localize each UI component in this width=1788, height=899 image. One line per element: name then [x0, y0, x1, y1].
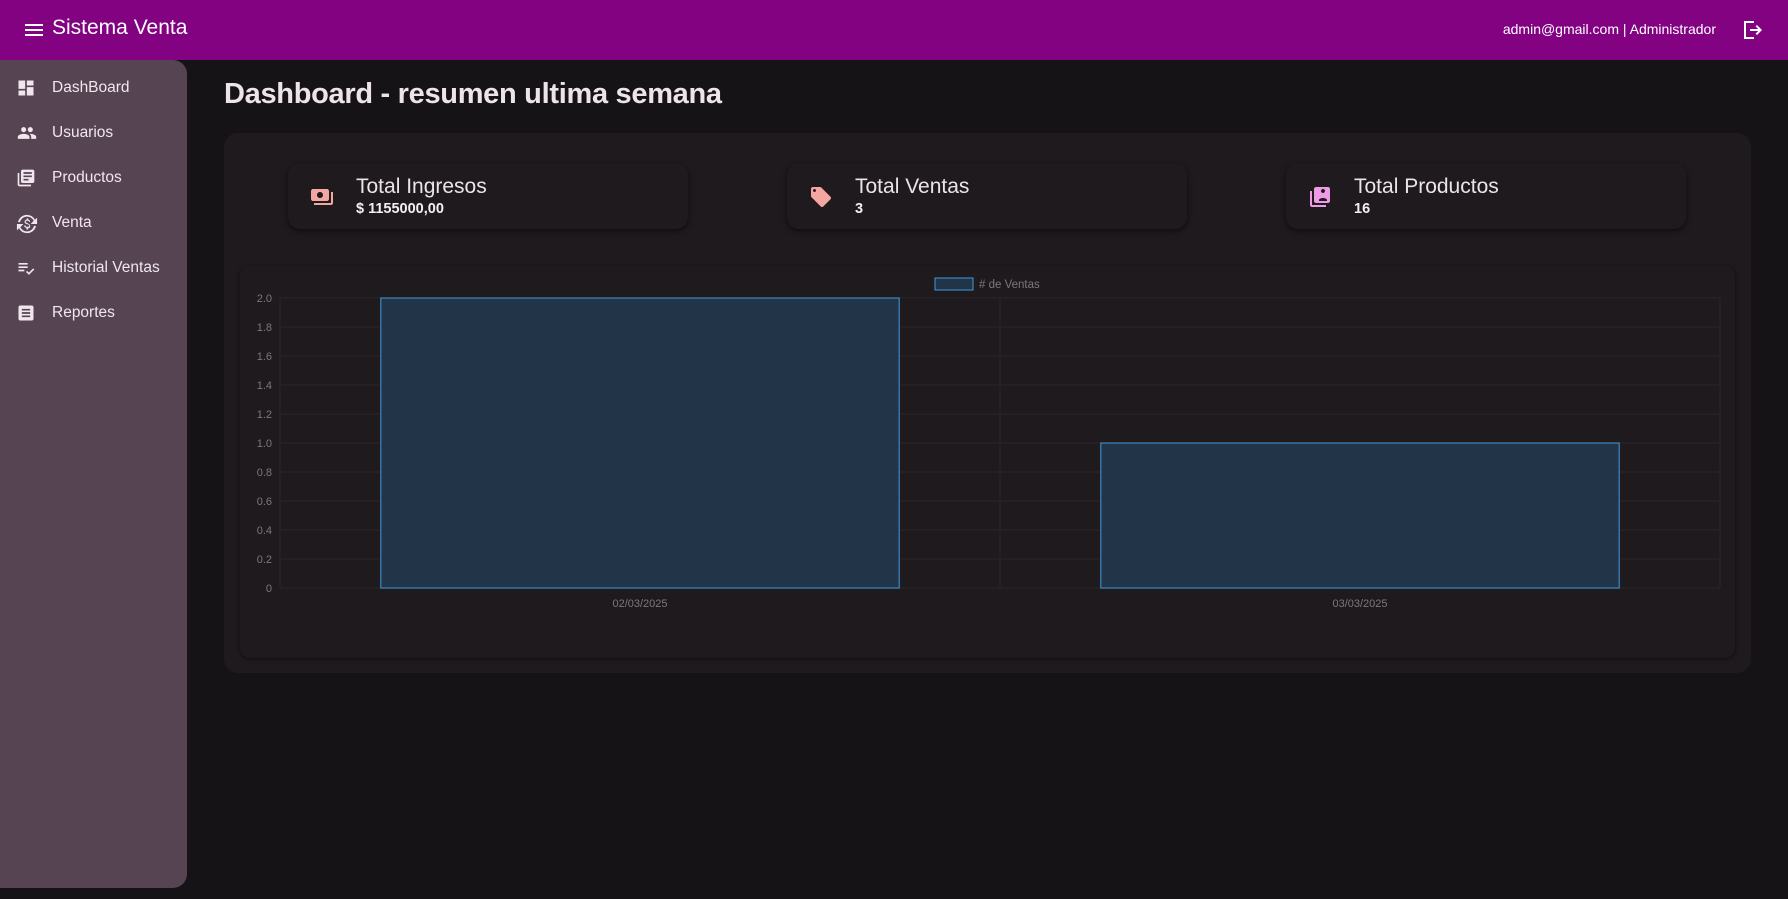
sidebar-item-label: Historial Ventas [52, 259, 160, 276]
sale-icon [16, 213, 38, 234]
y-tick-label: 1.0 [257, 438, 272, 450]
y-tick-label: 0.8 [257, 467, 272, 479]
reports-icon [16, 303, 36, 323]
legend-label: # de Ventas [979, 279, 1040, 291]
chart-svg: 0 0.2 0.4 0.6 0.8 1.0 1.2 1.4 1.6 1.8 2.0 02/03/202… [257, 277, 1721, 610]
y-tick-label: 0.6 [257, 496, 272, 508]
y-tick-label: 0.4 [257, 525, 272, 537]
card-value: $ 1155000,00 [356, 201, 444, 217]
legend-swatch [934, 277, 974, 291]
sidebar-item-label: Productos [52, 169, 122, 186]
sidebar-item-historial-ventas[interactable]: Historial Ventas [0, 248, 187, 288]
bar [1100, 442, 1620, 589]
y-tick-label: 1.4 [257, 380, 272, 392]
sidebar-item-productos[interactable]: Productos [0, 158, 187, 198]
sidebar-item-label: DashBoard [52, 79, 130, 96]
sidebar-item-usuarios[interactable]: Usuarios [0, 113, 187, 153]
card-title: Total Ingresos [356, 175, 487, 198]
x-tick-label: 02/03/2025 [612, 598, 667, 610]
top-app-bar: Sistema Venta admin@gmail.com | Administ… [0, 0, 1788, 60]
card-total-ventas: Total Ventas 3 [787, 163, 1187, 229]
sidebar: DashBoard Usuarios Productos Venta Histo… [0, 60, 187, 888]
card-value: 16 [1354, 201, 1371, 217]
dashboard-panel: Total Ingresos $ 1155000,00 Total Ventas… [224, 133, 1751, 673]
history-icon [16, 258, 36, 278]
logout-icon[interactable] [1741, 18, 1765, 42]
y-tick-label: 1.6 [257, 351, 272, 363]
app-title: Sistema Venta [52, 16, 188, 39]
bar [380, 297, 900, 589]
y-tick-label: 0 [266, 583, 272, 595]
sidebar-item-label: Reportes [52, 304, 115, 321]
card-total-productos: Total Productos 16 [1286, 163, 1686, 229]
card-title: Total Ventas [855, 175, 970, 198]
y-tick-label: 1.8 [257, 322, 272, 334]
sales-bar-chart: 0 0.2 0.4 0.6 0.8 1.0 1.2 1.4 1.6 1.8 2.0 02/03/202… [240, 266, 1735, 658]
tag-icon [809, 185, 833, 209]
sidebar-item-venta[interactable]: Venta [0, 203, 187, 243]
page-title: Dashboard - resumen ultima semana [224, 78, 722, 110]
y-tick-label: 1.2 [257, 409, 272, 421]
money-icon [310, 185, 334, 209]
users-icon [16, 123, 37, 143]
y-tick-label: 0.2 [257, 554, 272, 566]
user-info: admin@gmail.com | Administrador [1502, 21, 1716, 37]
sidebar-item-label: Usuarios [52, 124, 114, 141]
dashboard-icon [16, 78, 36, 98]
card-total-ingresos: Total Ingresos $ 1155000,00 [288, 163, 688, 229]
card-value: 3 [855, 201, 864, 217]
menu-icon[interactable] [22, 18, 46, 42]
sidebar-item-label: Venta [52, 214, 92, 231]
y-tick-label: 2.0 [257, 293, 272, 305]
card-title: Total Productos [1354, 175, 1499, 198]
sidebar-item-dashboard[interactable]: DashBoard [0, 68, 187, 108]
x-tick-label: 03/03/2025 [1332, 598, 1387, 610]
collection-icon [1308, 185, 1332, 209]
products-icon [16, 168, 36, 188]
sidebar-item-reportes[interactable]: Reportes [0, 293, 187, 333]
